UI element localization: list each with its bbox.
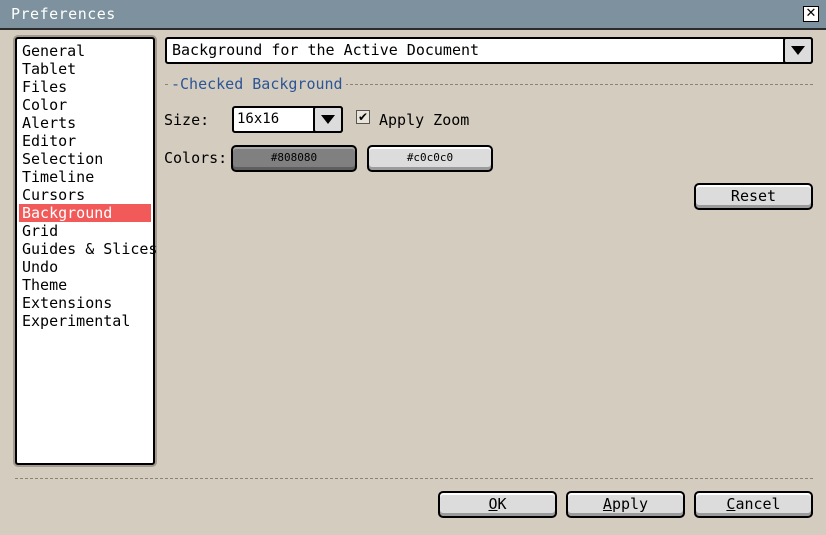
apply-zoom-label[interactable]: Apply Zoom xyxy=(379,111,469,129)
sidebar-item-general[interactable]: General xyxy=(19,42,151,60)
apply-mnemonic: A xyxy=(602,495,612,513)
sidebar-item-color[interactable]: Color xyxy=(19,96,151,114)
sidebar-item-guides-slices[interactable]: Guides & Slices xyxy=(19,240,157,258)
section-list[interactable]: General Tablet Files Color Alerts Editor Selec… xyxy=(15,37,157,465)
color1-button[interactable]: #808080 xyxy=(231,145,357,172)
checked-background-heading: -Checked Background xyxy=(168,75,346,93)
background-target-value: Background for the Active Document xyxy=(172,41,480,59)
close-icon[interactable]: ✕ xyxy=(803,6,819,22)
sidebar-item-timeline[interactable]: Timeline xyxy=(19,168,151,186)
sidebar-item-experimental[interactable]: Experimental xyxy=(19,312,151,330)
chevron-down-icon xyxy=(791,46,805,55)
title-bar[interactable]: Preferences ✕ xyxy=(0,0,826,30)
sidebar-item-tablet[interactable]: Tablet xyxy=(19,60,151,78)
colors-label: Colors: xyxy=(164,149,228,167)
sidebar-item-alerts[interactable]: Alerts xyxy=(19,114,151,132)
footer-separator xyxy=(15,478,813,479)
size-dropdown-button[interactable] xyxy=(313,106,343,133)
sidebar-item-extensions[interactable]: Extensions xyxy=(19,294,151,312)
size-value: 16x16 xyxy=(237,111,280,127)
sidebar-item-selection[interactable]: Selection xyxy=(19,150,151,168)
dropdown-button[interactable] xyxy=(783,37,813,64)
size-label: Size: xyxy=(164,111,210,129)
color1-value: #808080 xyxy=(270,151,318,164)
sidebar-item-cursors[interactable]: Cursors xyxy=(19,186,151,204)
cancel-label-rest: ancel xyxy=(735,495,781,513)
sidebar-item-files[interactable]: Files xyxy=(19,78,151,96)
reset-label: Reset xyxy=(730,187,777,205)
ok-label-rest: K xyxy=(497,495,507,513)
ok-mnemonic: O xyxy=(488,495,498,513)
apply-button[interactable]: Apply xyxy=(566,491,685,518)
size-dropdown[interactable]: 16x16 xyxy=(232,106,343,133)
ok-button[interactable]: OK xyxy=(438,491,557,518)
sidebar-item-undo[interactable]: Undo xyxy=(19,258,151,276)
sidebar-item-grid[interactable]: Grid xyxy=(19,222,151,240)
window-title: Preferences xyxy=(11,5,116,23)
color2-button[interactable]: #c0c0c0 xyxy=(367,145,493,172)
apply-zoom-checkbox[interactable]: ✔ xyxy=(356,110,370,124)
sidebar-item-theme[interactable]: Theme xyxy=(19,276,151,294)
apply-label-rest: pply xyxy=(611,495,649,513)
sidebar-item-editor[interactable]: Editor xyxy=(19,132,151,150)
cancel-button[interactable]: Cancel xyxy=(694,491,813,518)
background-target-dropdown[interactable]: Background for the Active Document xyxy=(165,37,813,64)
sidebar-item-background[interactable]: Background xyxy=(19,204,151,222)
chevron-down-icon xyxy=(321,115,335,124)
reset-button[interactable]: Reset xyxy=(694,183,813,210)
color2-value: #c0c0c0 xyxy=(406,151,454,164)
